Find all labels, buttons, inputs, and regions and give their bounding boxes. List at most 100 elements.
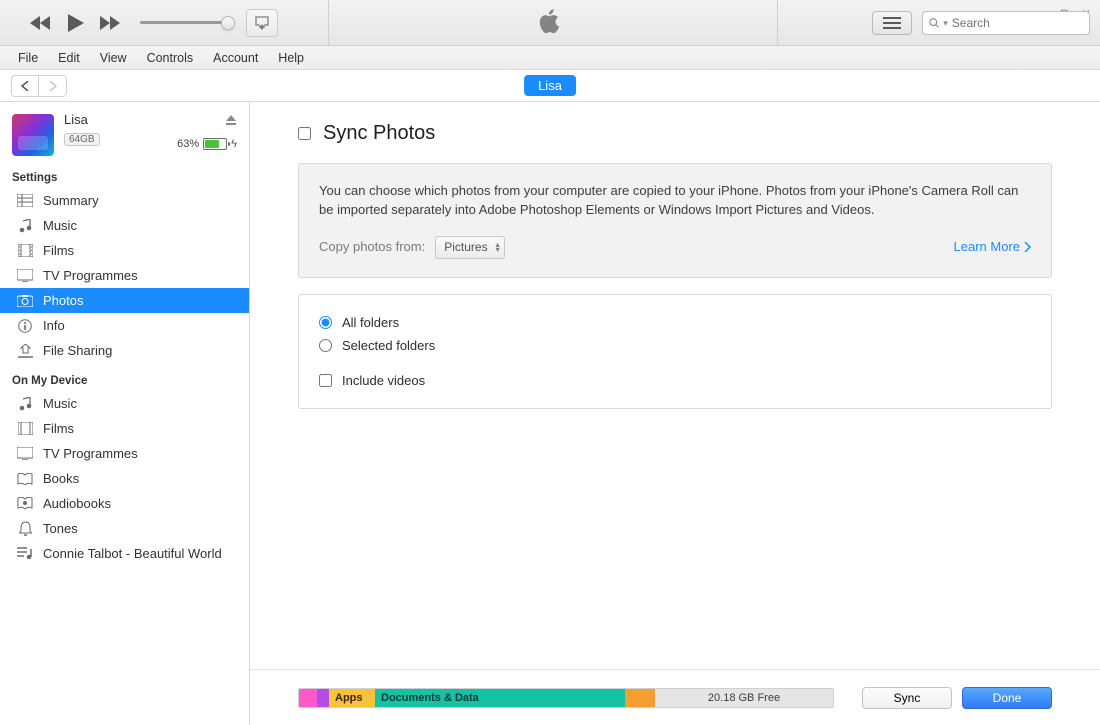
audiobooks-icon — [16, 497, 34, 510]
nav-row: Lisa — [0, 70, 1100, 102]
tv-icon — [16, 269, 34, 282]
storage-segment-other3 — [625, 689, 655, 707]
chevron-updown-icon: ▴▾ — [496, 242, 500, 252]
sidebar-item-label: Audiobooks — [43, 496, 111, 511]
play-icon[interactable] — [66, 14, 84, 32]
option-selected-folders[interactable]: Selected folders — [319, 334, 1031, 357]
sidebar-item-music[interactable]: Music — [0, 213, 249, 238]
photos-icon — [16, 295, 34, 307]
device-name: Lisa — [64, 112, 237, 127]
menu-view[interactable]: View — [92, 48, 135, 68]
menu-file[interactable]: File — [10, 48, 46, 68]
search-icon — [929, 17, 939, 29]
menu-edit[interactable]: Edit — [50, 48, 88, 68]
sidebar-item-d-playlist[interactable]: Connie Talbot - Beautiful World — [0, 541, 249, 566]
sidebar-item-label: Summary — [43, 193, 99, 208]
sync-photos-checkbox[interactable] — [298, 127, 311, 140]
info-icon — [16, 319, 34, 333]
films-icon — [16, 244, 34, 257]
volume-slider[interactable] — [140, 21, 228, 24]
top-toolbar: — ▢ ✕ ▾ — [0, 0, 1100, 46]
storage-bar[interactable]: Apps Documents & Data 20.18 GB Free — [298, 688, 834, 708]
sidebar-item-photos[interactable]: Photos — [0, 288, 249, 313]
sidebar-item-label: Films — [43, 243, 74, 258]
sidebar-item-label: File Sharing — [43, 343, 112, 358]
search-input[interactable] — [952, 16, 1083, 30]
sidebar-item-label: TV Programmes — [43, 446, 138, 461]
sidebar-item-summary[interactable]: Summary — [0, 188, 249, 213]
menu-account[interactable]: Account — [205, 48, 266, 68]
apple-logo-icon — [539, 8, 561, 37]
sidebar-item-d-books[interactable]: Books — [0, 466, 249, 491]
sidebar-settings-header: Settings — [0, 160, 249, 188]
sidebar-item-label: Connie Talbot - Beautiful World — [43, 546, 222, 561]
sidebar-item-label: Photos — [43, 293, 83, 308]
checkbox-include-videos[interactable] — [319, 374, 332, 387]
sidebar: Lisa 64GB 63% ϟ Settings Summary — [0, 102, 250, 725]
sidebar-item-films[interactable]: Films — [0, 238, 249, 263]
view-list-button[interactable] — [872, 11, 912, 35]
device-capacity-badge: 64GB — [64, 133, 100, 146]
sidebar-item-label: Tones — [43, 521, 78, 536]
previous-icon[interactable] — [30, 16, 50, 30]
sidebar-item-tv[interactable]: TV Programmes — [0, 263, 249, 288]
sync-button[interactable]: Sync — [862, 687, 952, 709]
content-pane: Sync Photos You can choose which photos … — [250, 102, 1100, 725]
sync-info-box: You can choose which photos from your co… — [298, 163, 1052, 278]
sidebar-item-d-tv[interactable]: TV Programmes — [0, 441, 249, 466]
eject-icon[interactable] — [225, 114, 237, 129]
copy-from-dropdown[interactable]: Pictures ▴▾ — [435, 236, 504, 259]
done-button[interactable]: Done — [962, 687, 1052, 709]
sync-options-box: All folders Selected folders Include vid… — [298, 294, 1052, 409]
search-box[interactable]: ▾ — [922, 11, 1090, 35]
option-include-videos[interactable]: Include videos — [319, 369, 1031, 392]
file-sharing-icon — [16, 344, 34, 358]
sidebar-item-d-music[interactable]: Music — [0, 391, 249, 416]
sidebar-item-label: Info — [43, 318, 65, 333]
footer-bar: Apps Documents & Data 20.18 GB Free Sync… — [250, 669, 1100, 725]
sidebar-item-file-sharing[interactable]: File Sharing — [0, 338, 249, 363]
storage-segment-apps: Apps — [329, 689, 375, 707]
tv-icon — [16, 447, 34, 460]
playlist-icon — [16, 547, 34, 560]
sidebar-item-label: Books — [43, 471, 79, 486]
learn-more-link[interactable]: Learn More — [954, 238, 1031, 257]
menu-help[interactable]: Help — [270, 48, 312, 68]
sidebar-item-label: Music — [43, 396, 77, 411]
airplay-button[interactable] — [246, 9, 278, 37]
tones-icon — [16, 521, 34, 536]
storage-segment-other — [299, 689, 317, 707]
sidebar-item-info[interactable]: Info — [0, 313, 249, 338]
menu-controls[interactable]: Controls — [139, 48, 202, 68]
page-title: Sync Photos — [323, 122, 435, 145]
chevron-right-icon — [1024, 242, 1031, 252]
sync-info-text: You can choose which photos from your co… — [319, 182, 1031, 220]
option-all-folders[interactable]: All folders — [319, 311, 1031, 334]
device-block: Lisa 64GB 63% ϟ — [0, 102, 249, 160]
device-thumbnail[interactable] — [12, 114, 54, 156]
menu-bar: File Edit View Controls Account Help — [0, 46, 1100, 70]
sidebar-item-label: TV Programmes — [43, 268, 138, 283]
search-dropdown-icon[interactable]: ▾ — [943, 18, 948, 29]
summary-icon — [16, 194, 34, 207]
nav-back-button[interactable] — [11, 75, 39, 97]
nav-forward-button[interactable] — [39, 75, 67, 97]
books-icon — [16, 473, 34, 485]
radio-all-folders[interactable] — [319, 316, 332, 329]
sidebar-item-d-tones[interactable]: Tones — [0, 516, 249, 541]
sidebar-item-d-films[interactable]: Films — [0, 416, 249, 441]
storage-segment-other2 — [317, 689, 329, 707]
storage-segment-docs: Documents & Data — [375, 689, 625, 707]
charging-icon: ϟ — [231, 138, 237, 150]
sidebar-item-label: Films — [43, 421, 74, 436]
sidebar-ondevice-header: On My Device — [0, 363, 249, 391]
radio-selected-folders[interactable] — [319, 339, 332, 352]
battery-icon — [203, 138, 227, 150]
music-icon — [16, 219, 34, 233]
next-icon[interactable] — [100, 16, 120, 30]
storage-segment-free: 20.18 GB Free — [655, 689, 833, 707]
music-icon — [16, 397, 34, 411]
copy-from-label: Copy photos from: — [319, 238, 425, 257]
sidebar-item-d-audiobooks[interactable]: Audiobooks — [0, 491, 249, 516]
device-tab[interactable]: Lisa — [524, 75, 576, 96]
